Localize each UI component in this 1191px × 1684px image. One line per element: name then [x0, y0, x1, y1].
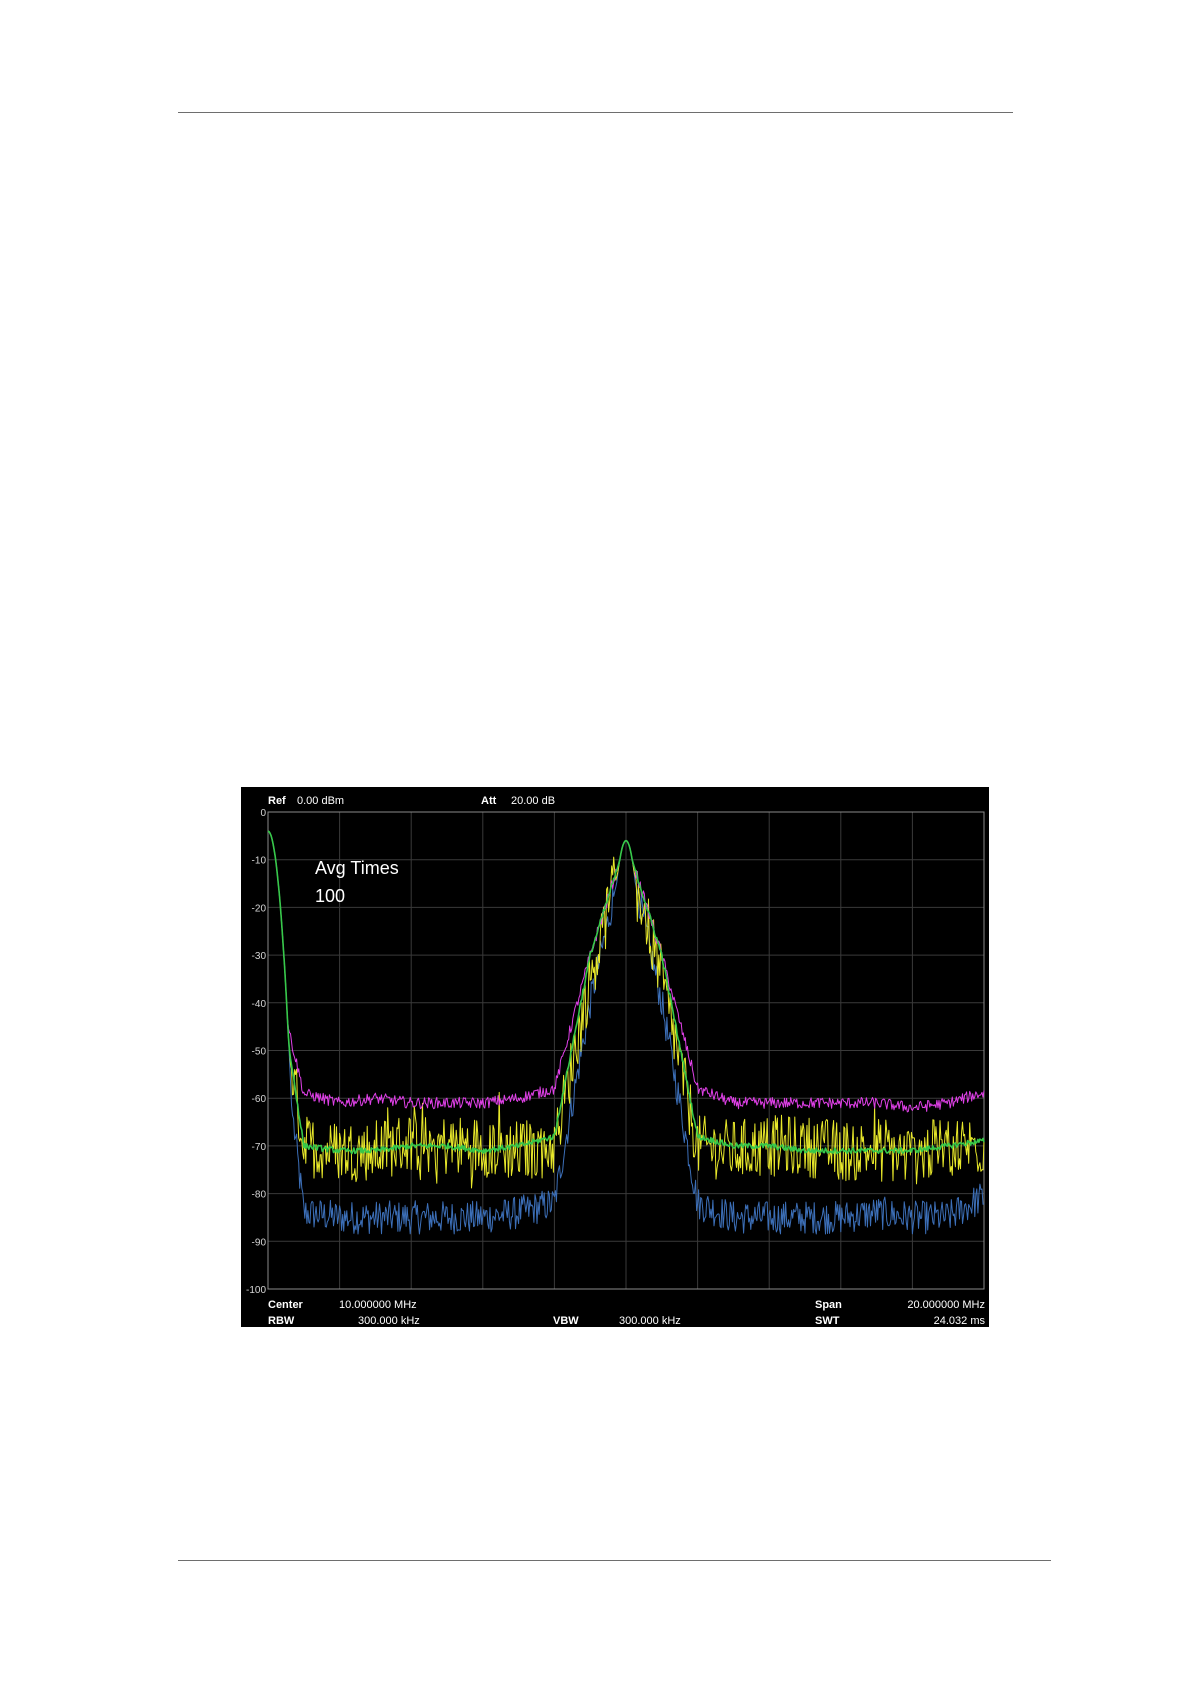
span-label: Span — [815, 1299, 842, 1311]
spectrum-analyzer-screenshot: Ref 0.00 dBm Att 20.00 dB 0 -10 -20 -30 -40 -… — [241, 787, 989, 1327]
y-tick-label: -70 — [252, 1142, 267, 1153]
y-axis-ticks: 0 -10 -20 -30 -40 -50 -60 -70 -80 -90 -100 — [246, 808, 266, 1296]
swt-label: SWT — [815, 1315, 840, 1327]
y-tick-label: -50 — [252, 1047, 267, 1058]
avg-times-value: 100 — [315, 886, 345, 906]
header-rule — [178, 112, 1013, 113]
att-label: Att — [481, 795, 497, 807]
center-label: Center — [268, 1299, 304, 1311]
y-tick-label: -20 — [252, 903, 267, 914]
ref-label: Ref — [268, 795, 286, 807]
y-tick-label: -100 — [246, 1285, 266, 1296]
footer-rule — [178, 1560, 1051, 1561]
y-tick-label: -40 — [252, 999, 267, 1010]
y-tick-label: 0 — [260, 808, 266, 819]
spectrum-chart: Ref 0.00 dBm Att 20.00 dB 0 -10 -20 -30 -40 -… — [246, 795, 986, 1327]
rbw-label: RBW — [268, 1315, 295, 1327]
y-tick-label: -30 — [252, 951, 267, 962]
att-value: 20.00 dB — [511, 795, 555, 807]
swt-value: 24.032 ms — [934, 1315, 986, 1327]
rbw-value: 300.000 kHz — [358, 1315, 420, 1327]
center-value: 10.000000 MHz — [339, 1299, 417, 1311]
y-tick-label: -90 — [252, 1237, 267, 1248]
ref-value: 0.00 dBm — [297, 795, 344, 807]
vbw-label: VBW — [553, 1315, 579, 1327]
y-tick-label: -60 — [252, 1094, 267, 1105]
y-tick-label: -10 — [252, 856, 267, 867]
avg-times-label: Avg Times — [315, 858, 399, 878]
vbw-value: 300.000 kHz — [619, 1315, 681, 1327]
span-value: 20.000000 MHz — [907, 1299, 985, 1311]
y-tick-label: -80 — [252, 1190, 267, 1201]
